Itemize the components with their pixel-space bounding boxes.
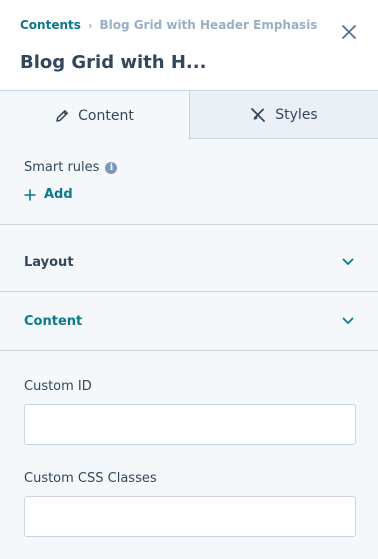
custom-css-classes-label: Custom CSS Classes xyxy=(24,471,157,486)
tab-bar: Content Styles xyxy=(0,91,378,140)
close-icon xyxy=(342,25,356,39)
close-button[interactable] xyxy=(338,21,360,43)
breadcrumb-current: Blog Grid with Header Emphasis xyxy=(99,18,318,32)
divider xyxy=(0,350,378,351)
add-label: Add xyxy=(44,187,73,202)
page-title: Blog Grid with H... xyxy=(20,52,207,73)
layout-section-label: Layout xyxy=(24,254,74,270)
chevron-down-icon xyxy=(342,258,354,265)
chevron-right-icon: › xyxy=(87,18,93,32)
custom-id-input[interactable] xyxy=(24,404,356,445)
plus-icon xyxy=(24,188,36,201)
pencil-icon xyxy=(56,109,69,122)
breadcrumb-link-contents[interactable]: Contents xyxy=(20,18,81,32)
info-icon[interactable]: i xyxy=(105,161,118,174)
add-smart-rule-button[interactable]: Add xyxy=(24,187,73,202)
panel-header: Contents › Blog Grid with Header Emphasi… xyxy=(0,0,378,91)
custom-id-label: Custom ID xyxy=(24,379,92,394)
smart-rules-heading: Smart rules i xyxy=(24,160,118,175)
tab-content[interactable]: Content xyxy=(0,91,190,140)
brush-icon xyxy=(251,107,266,122)
content-section-toggle[interactable]: Content xyxy=(0,292,378,350)
layout-section-toggle[interactable]: Layout xyxy=(0,233,378,291)
custom-css-classes-input[interactable] xyxy=(24,496,356,537)
smart-rules-label: Smart rules xyxy=(24,160,100,175)
divider xyxy=(0,224,378,225)
content-section-label: Content xyxy=(24,313,83,329)
chevron-down-icon xyxy=(342,317,354,324)
tab-content-label: Content xyxy=(78,107,134,124)
tab-styles[interactable]: Styles xyxy=(190,91,378,139)
breadcrumb: Contents › Blog Grid with Header Emphasi… xyxy=(20,18,317,32)
tab-styles-label: Styles xyxy=(275,106,318,123)
